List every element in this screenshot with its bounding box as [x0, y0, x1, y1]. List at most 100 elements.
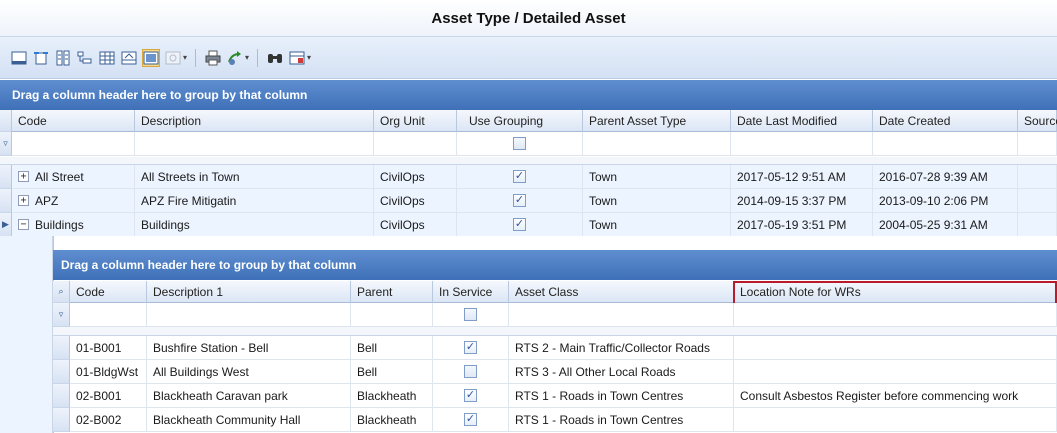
detail-filter-location-note[interactable] [734, 303, 1057, 327]
detail-filter-asset-class[interactable] [509, 303, 734, 327]
preview-icon[interactable] [164, 49, 182, 67]
cell-created[interactable]: 2016-07-28 9:39 AM [873, 165, 1018, 189]
detail-row-indicator[interactable] [53, 408, 70, 432]
detail-filter-row-icon[interactable]: ▿ [53, 303, 70, 327]
detail-cell-asset-class[interactable]: RTS 1 - Roads in Town Centres [509, 384, 734, 408]
cell-parent[interactable]: Town [583, 189, 731, 213]
cell-description[interactable]: Buildings [135, 213, 374, 237]
use-grouping-checkbox[interactable]: ✓ [513, 194, 526, 207]
detail-row-indicator[interactable] [53, 384, 70, 408]
options-dropdown-icon[interactable]: ▾ [307, 53, 311, 62]
detail-cell-in-service[interactable]: ✓ [433, 384, 509, 408]
column-header-date-created[interactable]: Date Created [873, 110, 1018, 132]
best-fit-icon[interactable] [32, 49, 50, 67]
preview-dropdown-icon[interactable]: ▾ [183, 53, 187, 62]
detail-cell-in-service[interactable] [433, 360, 509, 384]
row-indicator[interactable] [0, 189, 12, 213]
detail-column-header-parent[interactable]: Parent [351, 281, 433, 303]
in-service-checkbox[interactable]: ✓ [464, 413, 477, 426]
detail-cell-code[interactable]: 02-B001 [70, 384, 147, 408]
detail-cell-description[interactable]: All Buildings West [147, 360, 351, 384]
cell-description[interactable]: All Streets in Town [135, 165, 374, 189]
collapse-icon[interactable]: − [18, 219, 29, 230]
detail-cell-asset-class[interactable]: RTS 3 - All Other Local Roads [509, 360, 734, 384]
detail-filter-description[interactable] [147, 303, 351, 327]
cell-code[interactable]: − Buildings [12, 213, 135, 237]
detail-cell-in-service[interactable]: ✓ [433, 408, 509, 432]
cell-modified[interactable]: 2014-09-15 3:37 PM [731, 189, 873, 213]
use-grouping-checkbox[interactable]: ✓ [513, 218, 526, 231]
cell-source[interactable] [1018, 165, 1057, 189]
detail-filter-in-service[interactable] [433, 303, 509, 327]
column-header-parent-asset-type[interactable]: Parent Asset Type [583, 110, 731, 132]
detail-cell-in-service[interactable]: ✓ [433, 336, 509, 360]
detail-group-panel[interactable]: Drag a column header here to group by th… [53, 250, 1057, 280]
export-icon[interactable] [226, 49, 244, 67]
header-icon[interactable] [120, 49, 138, 67]
column-header-source[interactable]: Source [1018, 110, 1057, 132]
cell-code[interactable]: + All Street [12, 165, 135, 189]
in-service-checkbox[interactable]: ✓ [464, 389, 477, 402]
detail-cell-parent[interactable]: Bell [351, 360, 433, 384]
detail-cell-note[interactable] [734, 408, 1057, 432]
detail-row-indicator[interactable] [53, 360, 70, 384]
cell-created[interactable]: 2004-05-25 9:31 AM [873, 213, 1018, 237]
detail-cell-parent[interactable]: Blackheath [351, 384, 433, 408]
cell-org-unit[interactable]: CivilOps [374, 165, 457, 189]
group-panel[interactable]: Drag a column header here to group by th… [0, 80, 1057, 110]
filter-created[interactable] [873, 132, 1018, 156]
in-service-checkbox[interactable] [464, 365, 477, 378]
detail-filter-code[interactable] [70, 303, 147, 327]
footer-icon[interactable] [10, 49, 28, 67]
detail-column-header-in-service[interactable]: In Service [433, 281, 509, 303]
layout-icon[interactable] [142, 48, 160, 67]
column-chooser-icon[interactable] [54, 49, 72, 67]
cell-created[interactable]: 2013-09-10 2:06 PM [873, 189, 1018, 213]
column-header-description[interactable]: Description [135, 110, 374, 132]
cell-use-grouping[interactable]: ✓ [457, 165, 583, 189]
detail-row-indicator[interactable] [53, 336, 70, 360]
row-indicator[interactable]: ▶ [0, 213, 12, 237]
detail-cell-description[interactable]: Blackheath Community Hall [147, 408, 351, 432]
filter-use-grouping[interactable] [457, 132, 583, 156]
cell-parent[interactable]: Town [583, 213, 731, 237]
expand-icon[interactable]: + [18, 195, 29, 206]
detail-cell-parent[interactable]: Bell [351, 336, 433, 360]
cell-org-unit[interactable]: CivilOps [374, 189, 457, 213]
detail-cell-asset-class[interactable]: RTS 2 - Main Traffic/Collector Roads [509, 336, 734, 360]
detail-cell-description[interactable]: Blackheath Caravan park [147, 384, 351, 408]
cell-source[interactable] [1018, 213, 1057, 237]
detail-cell-note[interactable] [734, 360, 1057, 384]
detail-cell-note[interactable]: Consult Asbestos Register before commenc… [734, 384, 1057, 408]
filter-source[interactable] [1018, 132, 1057, 156]
detail-cell-code[interactable]: 02-B002 [70, 408, 147, 432]
detail-cell-code[interactable]: 01-BldgWst [70, 360, 147, 384]
filter-modified[interactable] [731, 132, 873, 156]
cell-modified[interactable]: 2017-05-19 3:51 PM [731, 213, 873, 237]
cell-org-unit[interactable]: CivilOps [374, 213, 457, 237]
filter-code[interactable] [12, 132, 135, 156]
cell-code[interactable]: + APZ [12, 189, 135, 213]
detail-cell-parent[interactable]: Blackheath [351, 408, 433, 432]
find-icon[interactable] [266, 49, 284, 67]
column-header-code[interactable]: Code [12, 110, 135, 132]
cell-use-grouping[interactable]: ✓ [457, 189, 583, 213]
options-icon[interactable] [288, 49, 306, 67]
in-service-checkbox[interactable]: ✓ [464, 341, 477, 354]
filter-checkbox[interactable] [513, 137, 526, 150]
detail-column-header-code[interactable]: Code [70, 281, 147, 303]
grid-lines-icon[interactable] [98, 49, 116, 67]
cell-use-grouping[interactable]: ✓ [457, 213, 583, 237]
detail-column-header-location-note[interactable]: Location Note for WRs [734, 281, 1057, 303]
column-header-org-unit[interactable]: Org Unit [374, 110, 457, 132]
column-header-use-grouping[interactable]: Use Grouping [457, 110, 583, 132]
detail-filter-parent[interactable] [351, 303, 433, 327]
detail-cell-note[interactable] [734, 336, 1057, 360]
export-dropdown-icon[interactable]: ▾ [245, 53, 249, 62]
find-column-icon[interactable]: ⌕ [53, 281, 70, 303]
column-header-date-last-modified[interactable]: Date Last Modified [731, 110, 873, 132]
cell-modified[interactable]: 2017-05-12 9:51 AM [731, 165, 873, 189]
detail-cell-asset-class[interactable]: RTS 1 - Roads in Town Centres [509, 408, 734, 432]
print-icon[interactable] [204, 49, 222, 67]
cell-source[interactable] [1018, 189, 1057, 213]
